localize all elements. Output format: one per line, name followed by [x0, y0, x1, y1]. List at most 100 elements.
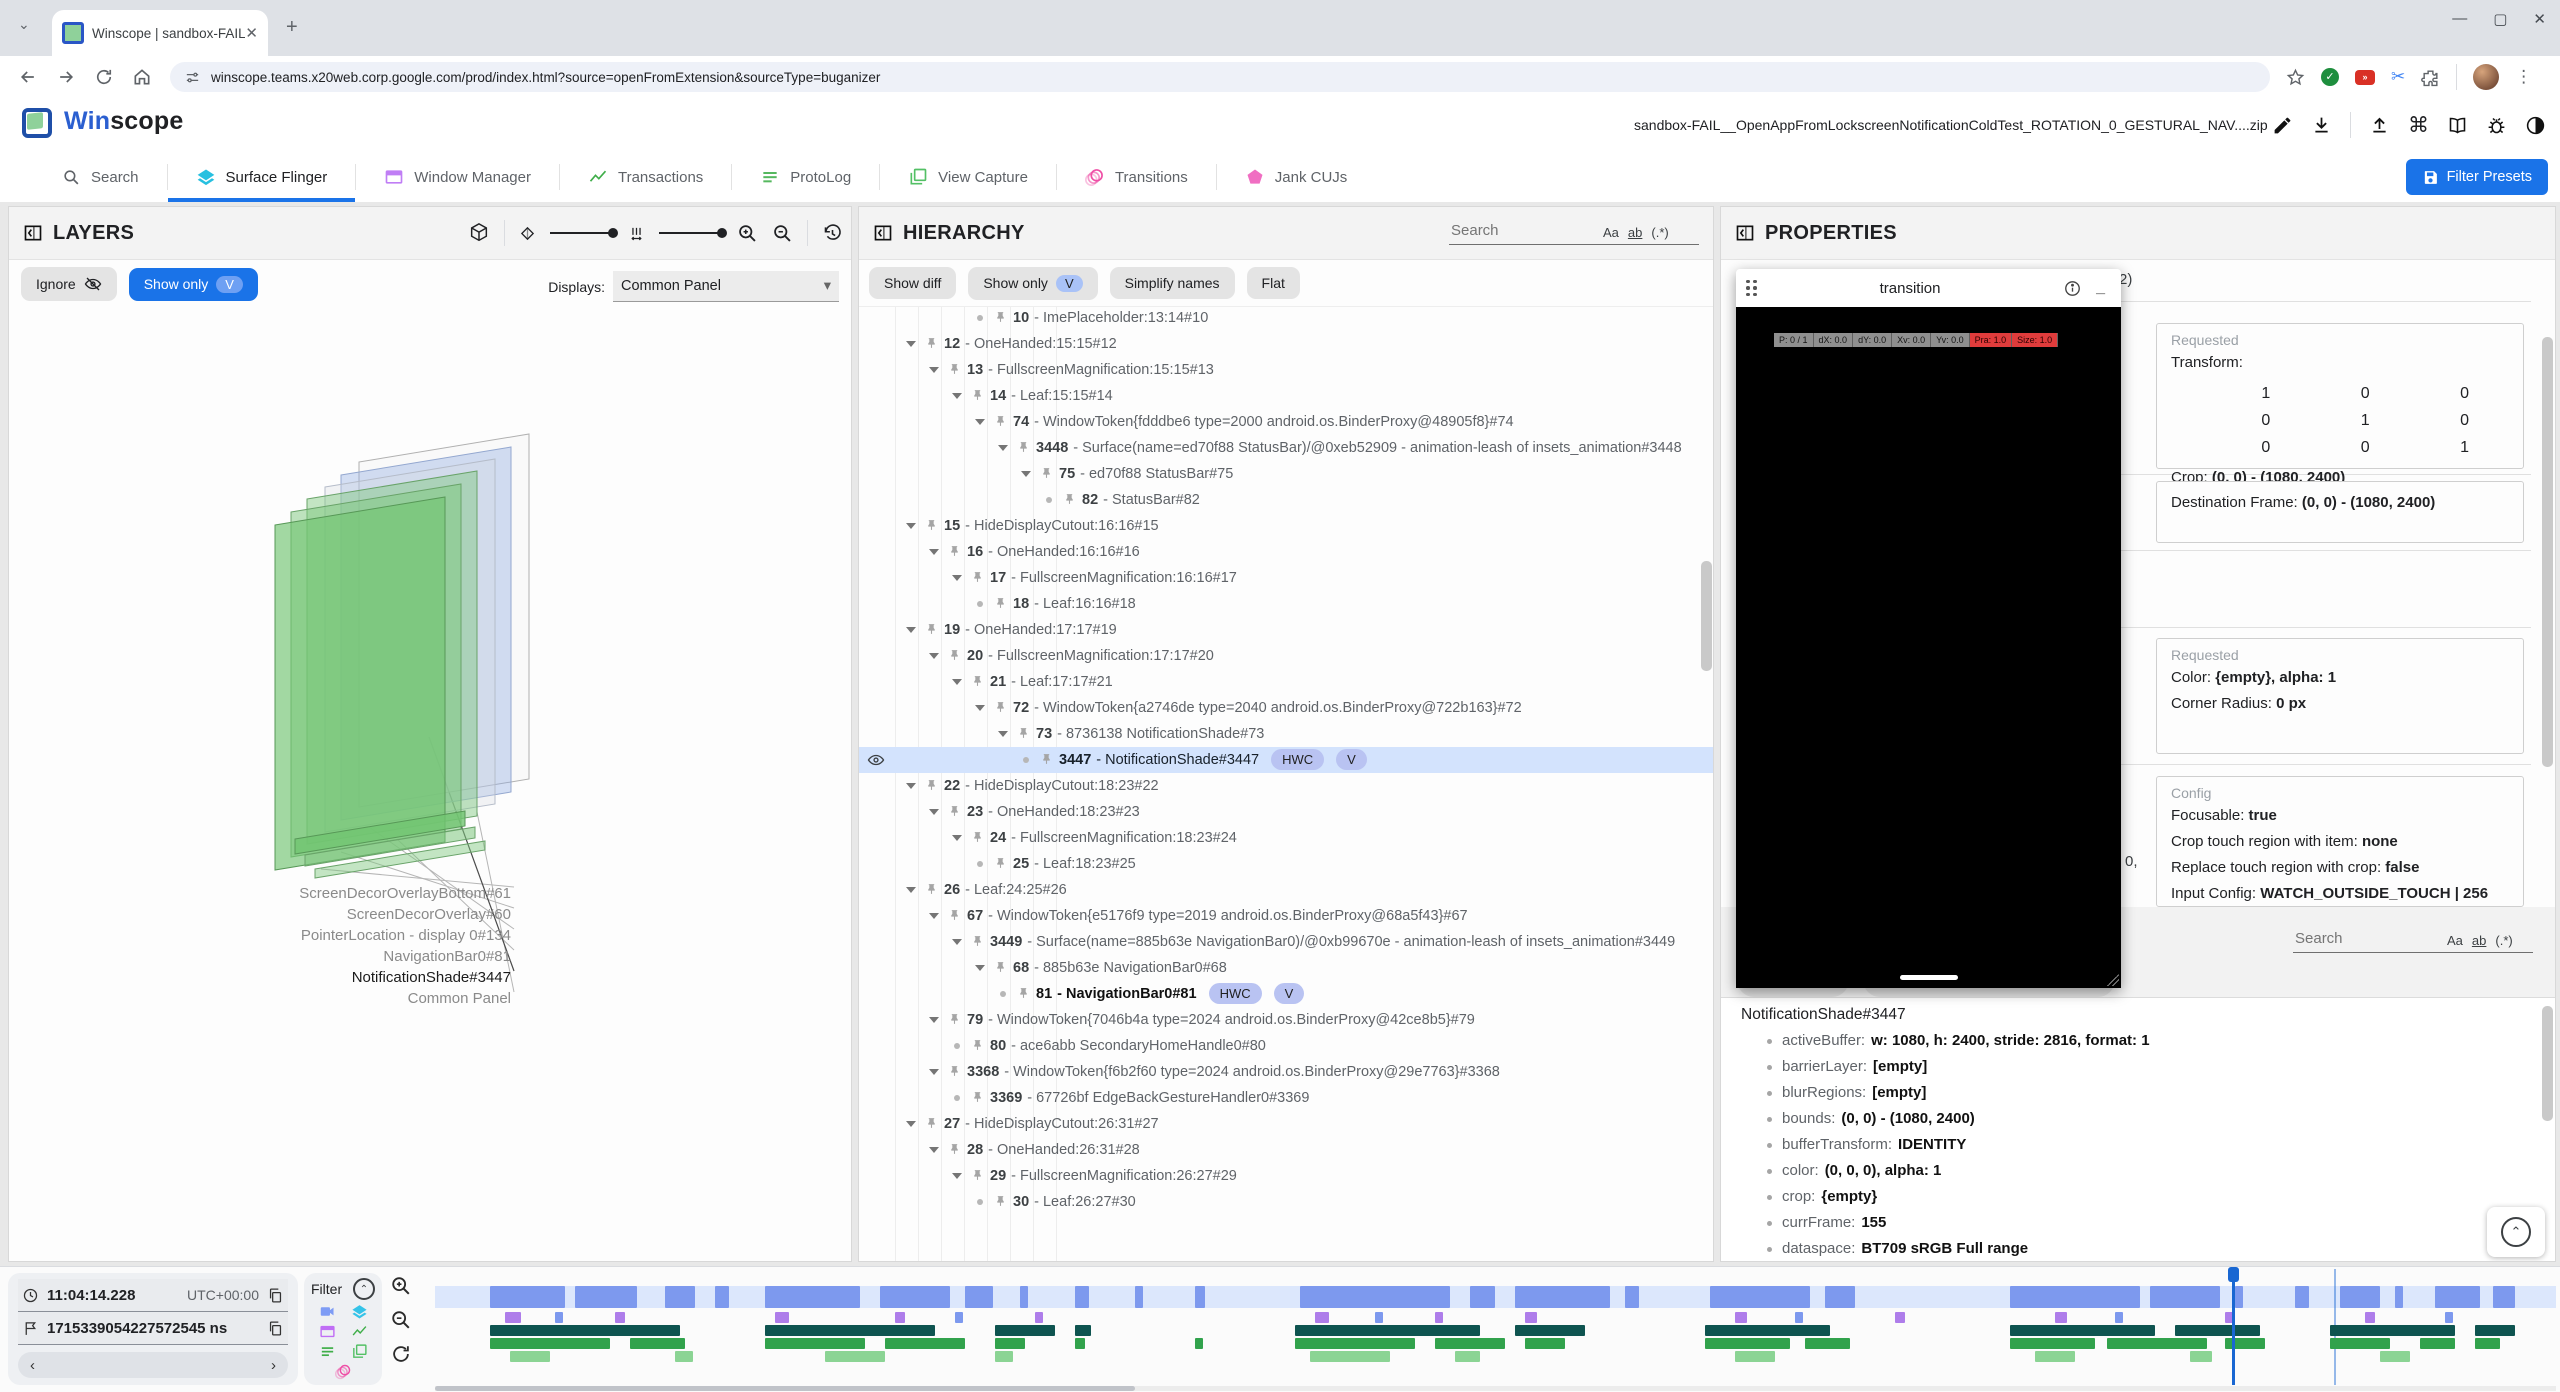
- tree-row[interactable]: 80 - ace6abb SecondaryHomeHandle0#80: [859, 1033, 1713, 1059]
- expand-arrow-icon[interactable]: [929, 653, 939, 659]
- tree-row[interactable]: 29 - FullscreenMagnification:26:27#29: [859, 1163, 1713, 1189]
- scissors-extension-icon[interactable]: ✂: [2391, 67, 2405, 87]
- tree-row[interactable]: 82 - StatusBar#82: [859, 487, 1713, 513]
- tree-row[interactable]: 3369 - 67726bf EdgeBackGestureHandler0#3…: [859, 1085, 1713, 1111]
- tree-row[interactable]: 19 - OneHanded:17:17#19: [859, 617, 1713, 643]
- pin-icon[interactable]: [1040, 753, 1053, 766]
- proto-list-scrollbar[interactable]: [2542, 1006, 2553, 1121]
- pin-icon[interactable]: [948, 805, 961, 818]
- pin-icon[interactable]: [925, 519, 938, 532]
- screen-recording-filter-icon[interactable]: [319, 1303, 336, 1320]
- expand-arrow-icon[interactable]: [998, 731, 1008, 737]
- tab-close-icon[interactable]: ✕: [245, 24, 258, 42]
- expand-arrow-icon[interactable]: [952, 939, 962, 945]
- whole-word-option[interactable]: ab: [2472, 933, 2486, 948]
- expand-arrow-icon[interactable]: [952, 393, 962, 399]
- browser-menu-icon[interactable]: ⋮: [2515, 67, 2532, 87]
- window-close-icon[interactable]: ✕: [2533, 10, 2546, 28]
- home-icon[interactable]: [132, 67, 152, 87]
- tree-row[interactable]: 67 - WindowToken{e5176f9 type=2019 andro…: [859, 903, 1713, 929]
- tree-row[interactable]: 30 - Leaf:26:27#30: [859, 1189, 1713, 1215]
- hscrollbar-thumb[interactable]: [435, 1386, 1135, 1391]
- tree-row[interactable]: 13 - FullscreenMagnification:15:15#13: [859, 357, 1713, 383]
- tree-row[interactable]: 27 - HideDisplayCutout:26:31#27: [859, 1111, 1713, 1137]
- upload-trace-icon[interactable]: [2369, 115, 2390, 136]
- tree-row[interactable]: 23 - OneHanded:18:23#23: [859, 799, 1713, 825]
- pin-icon[interactable]: [948, 1065, 961, 1078]
- flat-chip[interactable]: Flat: [1247, 267, 1300, 299]
- proto-property-row[interactable]: activeBuffer: w: 1080, h: 2400, stride: …: [1721, 1028, 2555, 1054]
- simplify-names-chip[interactable]: Simplify names: [1110, 267, 1235, 299]
- layer-label[interactable]: ScreenDecorOverlay#60: [159, 904, 511, 925]
- expand-arrow-icon[interactable]: [975, 419, 985, 425]
- regex-option[interactable]: (.*): [1651, 225, 1668, 240]
- tab-transitions[interactable]: Transitions: [1057, 152, 1216, 202]
- pin-icon[interactable]: [971, 571, 984, 584]
- new-tab-button[interactable]: +: [286, 16, 298, 39]
- expand-arrow-icon[interactable]: [1021, 471, 1031, 477]
- pin-icon[interactable]: [1040, 467, 1053, 480]
- properties-search[interactable]: Aa ab (.*): [2293, 929, 2533, 953]
- timeline-tracks[interactable]: [435, 1267, 2556, 1392]
- expand-arrow-icon[interactable]: [975, 965, 985, 971]
- pin-icon[interactable]: [1017, 727, 1030, 740]
- pin-icon[interactable]: [994, 415, 1007, 428]
- tree-row[interactable]: 68 - 885b63e NavigationBar0#68: [859, 955, 1713, 981]
- layer-label[interactable]: NotificationShade#3447: [159, 967, 511, 988]
- layer-label[interactable]: NavigationBar0#81: [159, 946, 511, 967]
- pin-icon[interactable]: [948, 909, 961, 922]
- expand-arrow-icon[interactable]: [952, 575, 962, 581]
- show-only-v-chip[interactable]: Show only V: [968, 267, 1097, 300]
- layer-label[interactable]: PointerLocation - display 0#134: [159, 925, 511, 946]
- show-only-v-chip[interactable]: Show only V: [129, 268, 258, 301]
- expand-arrow-icon[interactable]: [906, 783, 916, 789]
- tree-row[interactable]: 75 - ed70f88 StatusBar#75: [859, 461, 1713, 487]
- browser-tab[interactable]: Winscope | sandbox-FAIL ✕: [52, 10, 268, 56]
- window-manager-filter-icon[interactable]: [319, 1323, 336, 1340]
- spacing-slider[interactable]: [659, 232, 723, 234]
- expand-arrow-icon[interactable]: [929, 913, 939, 919]
- timeline-hscrollbar[interactable]: [435, 1386, 2556, 1391]
- pin-icon[interactable]: [971, 389, 984, 402]
- pin-icon[interactable]: [994, 311, 1007, 324]
- pin-icon[interactable]: [925, 883, 938, 896]
- tab-jank-cujs[interactable]: Jank CUJs: [1217, 152, 1376, 202]
- tree-row[interactable]: 18 - Leaf:16:16#18: [859, 591, 1713, 617]
- tree-row[interactable]: 79 - WindowToken{7046b4a type=2024 andro…: [859, 1007, 1713, 1033]
- forward-icon[interactable]: [56, 67, 76, 87]
- copy-icon[interactable]: [267, 1287, 284, 1304]
- site-settings-icon[interactable]: [184, 69, 201, 86]
- properties-search-input[interactable]: [2293, 929, 2447, 948]
- expand-arrow-icon[interactable]: [952, 1173, 962, 1179]
- tree-row[interactable]: 21 - Leaf:17:17#21: [859, 669, 1713, 695]
- expand-arrow-icon[interactable]: [929, 809, 939, 815]
- expand-arrow-icon[interactable]: [998, 445, 1008, 451]
- pin-icon[interactable]: [1017, 987, 1030, 1000]
- human-time-row[interactable]: 11:04:14.228 UTC+00:00: [18, 1279, 288, 1312]
- screen-recording-frame[interactable]: P: 0 / 1dX: 0.0dY: 0.0Xv: 0.0Yv: 0.0Pra:…: [1736, 307, 2121, 988]
- surface-flinger-filter-icon[interactable]: [351, 1303, 368, 1320]
- transactions-filter-icon[interactable]: [351, 1323, 368, 1340]
- tree-row[interactable]: 74 - WindowToken{fdddbe6 type=2000 andro…: [859, 409, 1713, 435]
- minimize-overlay-icon[interactable]: _: [2096, 279, 2105, 297]
- back-icon[interactable]: [18, 67, 38, 87]
- proto-property-row[interactable]: bufferTransform: IDENTITY: [1721, 1132, 2555, 1158]
- prev-frame-icon[interactable]: ‹: [30, 1357, 35, 1374]
- pin-icon[interactable]: [994, 701, 1007, 714]
- expand-arrow-icon[interactable]: [929, 549, 939, 555]
- pin-icon[interactable]: [971, 831, 984, 844]
- dark-mode-icon[interactable]: [2525, 115, 2546, 136]
- layer-label[interactable]: ScreenDecorOverlayBottom#61: [159, 883, 511, 904]
- window-minimize-icon[interactable]: —: [2452, 10, 2467, 28]
- view-capture-filter-icon[interactable]: [351, 1343, 368, 1360]
- tree-row[interactable]: 28 - OneHanded:26:31#28: [859, 1137, 1713, 1163]
- match-case-option[interactable]: Aa: [1603, 225, 1619, 240]
- timeline-zoom-in-icon[interactable]: [390, 1275, 412, 1297]
- report-bug-icon[interactable]: [2486, 115, 2507, 136]
- tab-window-manager[interactable]: Window Manager: [356, 152, 559, 202]
- expand-arrow-icon[interactable]: [929, 1017, 939, 1023]
- tree-row[interactable]: 12 - OneHanded:15:15#12: [859, 331, 1713, 357]
- pin-icon[interactable]: [948, 363, 961, 376]
- pin-icon[interactable]: [994, 961, 1007, 974]
- transition-overlay-window[interactable]: transition _ P: 0 / 1dX: 0.0dY: 0.0Xv: 0…: [1736, 269, 2121, 988]
